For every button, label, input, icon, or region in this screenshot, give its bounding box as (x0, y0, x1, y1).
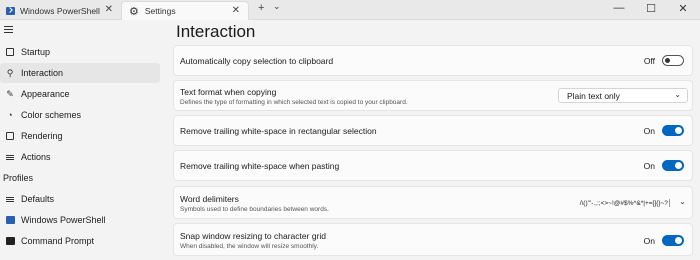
page-title: Interaction (176, 22, 256, 41)
sidebar-item-label: Rendering (21, 131, 63, 141)
setting-description: Defines the type of formatting in which … (180, 99, 408, 106)
sidebar-item-windows-powershell[interactable]: Windows PowerShell (0, 210, 160, 230)
setting-description: When disabled, the window will resize sm… (180, 243, 319, 250)
powershell-icon (5, 215, 15, 225)
powershell-icon (6, 6, 15, 15)
sidebar-item-label: Color schemes (21, 110, 82, 120)
setting-title: Snap window resizing to character grid (180, 231, 326, 241)
dropdown-value: Plain text only (567, 90, 620, 101)
minimize-button[interactable]: — (604, 2, 634, 14)
new-tab-button[interactable]: + (258, 2, 264, 14)
close-window-button[interactable]: ✕ (668, 2, 698, 15)
chevron-down-icon: ⌄ (674, 90, 681, 99)
setting-title: Automatically copy selection to clipboar… (180, 56, 334, 66)
interaction-icon: ⚲ (6, 67, 14, 78)
sidebar-item-label: Defaults (21, 194, 55, 204)
chevron-down-icon[interactable]: ⌄ (679, 197, 686, 206)
startup-icon (5, 47, 15, 57)
sidebar-item-label: Windows PowerShell (21, 215, 106, 225)
setting-text-format: Text format when copying Defines the typ… (173, 80, 693, 111)
sidebar-item-appearance[interactable]: ✎ Appearance (0, 84, 160, 104)
setting-auto-copy: Automatically copy selection to clipboar… (173, 45, 693, 76)
setting-word-delimiters[interactable]: Word delimiters Symbols used to define b… (173, 186, 693, 219)
tab-label: Windows PowerShell (20, 5, 100, 16)
toggle-state-label: On (643, 125, 655, 136)
sidebar-item-command-prompt[interactable]: Command Prompt (0, 231, 160, 251)
sidebar-item-color-schemes[interactable]: ◔ Color schemes (0, 105, 160, 125)
sidebar-item-rendering[interactable]: Rendering (0, 126, 160, 146)
trim-rect-selection-toggle[interactable] (662, 125, 684, 136)
sidebar-item-startup[interactable]: Startup (0, 42, 160, 62)
sidebar-item-label: Startup (21, 47, 51, 57)
command-prompt-icon (5, 236, 15, 246)
close-tab-icon[interactable]: ✕ (105, 4, 113, 15)
toggle-state-label: On (643, 160, 655, 171)
sidebar-item-label: Command Prompt (21, 236, 95, 246)
appearance-icon: ✎ (6, 88, 14, 99)
sidebar-item-label: Interaction (21, 68, 64, 78)
setting-title: Remove trailing white-space in rectangul… (180, 126, 377, 136)
sidebar-item-defaults[interactable]: Defaults (0, 189, 160, 209)
setting-title: Text format when copying (180, 87, 277, 97)
chevron-down-icon[interactable]: ⌄ (273, 1, 281, 12)
setting-title: Word delimiters (180, 194, 239, 204)
sidebar: Startup ⚲ Interaction ✎ Appearance ◔ Col… (0, 20, 165, 260)
gear-icon: ⚙ (129, 5, 139, 18)
word-delimiters-value: /\()"'-.,:;<>~!@#$%^&*|+=[]{}~?│ (579, 200, 672, 207)
sidebar-item-label: Appearance (21, 89, 70, 99)
color-schemes-icon: ◔ (7, 110, 13, 120)
tab-windows-powershell[interactable]: Windows PowerShell ✕ (0, 1, 121, 20)
defaults-icon (5, 194, 15, 204)
close-tab-icon[interactable]: ✕ (232, 5, 240, 16)
setting-title: Remove trailing white-space when pasting (180, 161, 340, 171)
hamburger-menu-icon[interactable] (4, 26, 13, 35)
trim-paste-toggle[interactable] (662, 160, 684, 171)
tab-settings[interactable]: ⚙ Settings ✕ (121, 1, 249, 20)
setting-description: Symbols used to define boundaries betwee… (180, 206, 329, 213)
toggle-state-label: On (643, 235, 655, 246)
auto-copy-toggle[interactable] (662, 55, 684, 66)
rendering-icon (5, 131, 15, 141)
maximize-button[interactable]: ☐ (636, 2, 666, 15)
toggle-state-label: Off (643, 55, 655, 66)
setting-snap-resize: Snap window resizing to character grid W… (173, 223, 693, 256)
setting-trim-paste: Remove trailing white-space when pasting… (173, 150, 693, 181)
text-format-dropdown[interactable]: Plain text only ⌄ (558, 88, 688, 103)
sidebar-item-label: Actions (21, 152, 51, 162)
sidebar-item-interaction[interactable]: ⚲ Interaction (0, 63, 160, 83)
title-bar: Windows PowerShell ✕ ⚙ Settings ✕ + ⌄ — … (0, 0, 700, 20)
setting-trim-rect-selection: Remove trailing white-space in rectangul… (173, 115, 693, 146)
sidebar-item-actions[interactable]: Actions (0, 147, 160, 167)
actions-icon (5, 152, 15, 162)
snap-resize-toggle[interactable] (662, 235, 684, 246)
tab-label: Settings (144, 6, 176, 16)
profiles-header: Profiles (3, 173, 34, 183)
